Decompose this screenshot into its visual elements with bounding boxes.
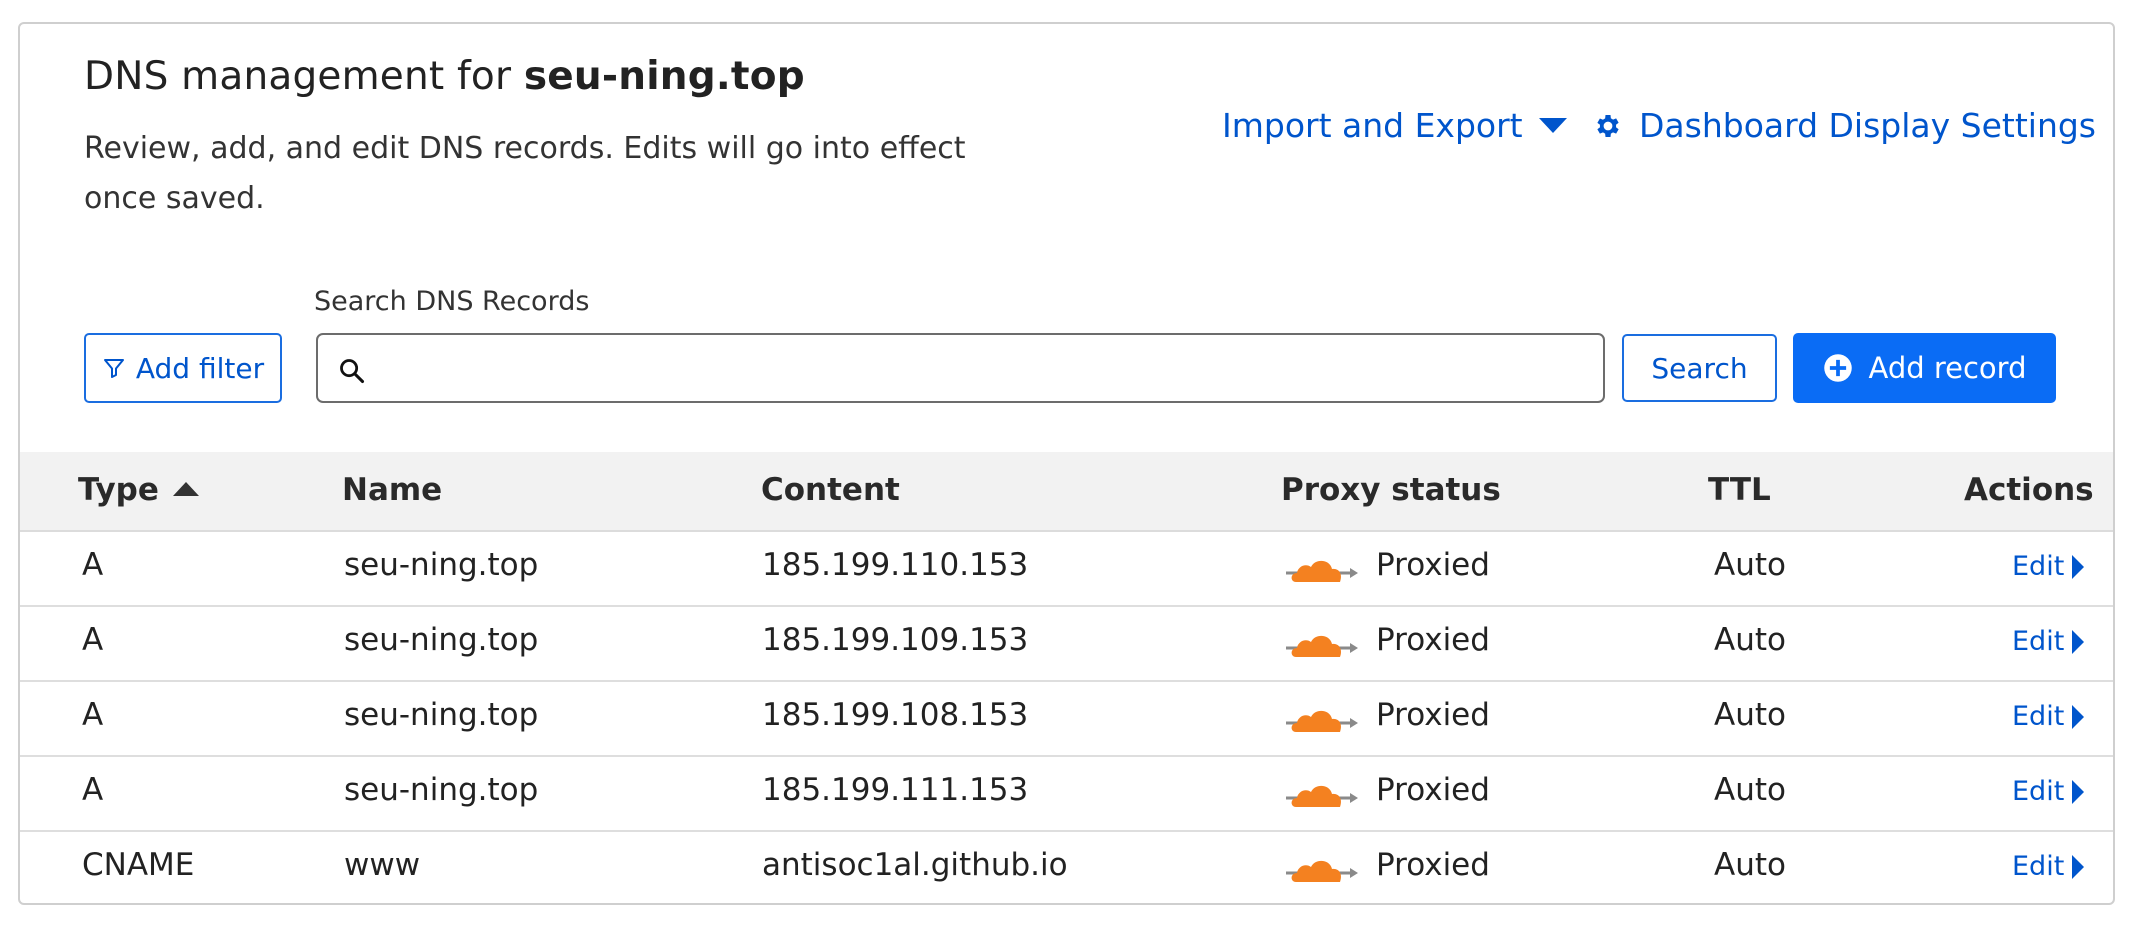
dns-record-row: A seu-ning.top 185.199.108.153 Proxied A… <box>20 682 2113 757</box>
filter-funnel-icon <box>103 359 124 378</box>
edit-label: Edit <box>2012 551 2065 582</box>
record-content: 185.199.111.153 <box>762 772 1029 808</box>
zone-domain: seu-ning.top <box>523 54 805 99</box>
edit-record-button[interactable]: Edit <box>2012 851 2085 882</box>
dns-record-row: CNAME www antisoc1al.github.io Proxied A… <box>20 832 2113 903</box>
search-label: Search DNS Records <box>314 286 590 317</box>
dns-table-header: Type Name Content Proxy status TTL Actio… <box>20 452 2113 532</box>
record-type: A <box>82 697 104 733</box>
caret-right-icon <box>2072 629 2085 654</box>
edit-record-button[interactable]: Edit <box>2012 701 2085 732</box>
page-description: Review, add, and edit DNS records. Edits… <box>84 131 966 216</box>
record-content: 185.199.110.153 <box>762 547 1029 583</box>
caret-right-icon <box>2072 704 2085 729</box>
record-type: A <box>82 547 104 583</box>
record-ttl: Auto <box>1714 547 1786 583</box>
proxy-status: Proxied <box>1376 697 1490 733</box>
add-record-button[interactable]: Add record <box>1793 333 2056 403</box>
dns-record-row: A seu-ning.top 185.199.110.153 Proxied A… <box>20 532 2113 607</box>
edit-label: Edit <box>2012 701 2065 732</box>
record-content: 185.199.108.153 <box>762 697 1029 733</box>
column-header-name[interactable]: Name <box>342 472 442 508</box>
record-name: seu-ning.top <box>344 547 539 583</box>
record-content: antisoc1al.github.io <box>762 847 1068 883</box>
dashboard-display-settings-link[interactable]: Dashboard Display Settings <box>1593 106 2096 145</box>
search-button[interactable]: Search <box>1622 334 1777 402</box>
proxy-status: Proxied <box>1376 622 1490 658</box>
record-content: 185.199.109.153 <box>762 622 1029 658</box>
proxy-status: Proxied <box>1376 547 1490 583</box>
column-header-ttl[interactable]: TTL <box>1708 472 1771 508</box>
orange-cloud-icon <box>1286 785 1358 807</box>
record-name: seu-ning.top <box>344 772 539 808</box>
add-filter-label: Add filter <box>135 351 265 385</box>
caret-right-icon <box>2072 554 2085 579</box>
dashboard-display-settings-label: Dashboard Display Settings <box>1639 106 2097 145</box>
proxy-status: Proxied <box>1376 772 1490 808</box>
caret-right-icon <box>2072 854 2085 879</box>
orange-cloud-icon <box>1286 860 1358 882</box>
sort-ascending-icon <box>172 481 199 496</box>
page-title: DNS management for seu-ning.top <box>84 54 805 99</box>
column-header-type-label: Type <box>78 472 159 508</box>
record-type: A <box>82 622 104 658</box>
import-export-dropdown[interactable]: Import and Export <box>1222 106 1567 145</box>
proxy-status: Proxied <box>1376 847 1490 883</box>
record-name: www <box>344 847 421 883</box>
edit-record-button[interactable]: Edit <box>2012 551 2085 582</box>
page-title-prefix: DNS management for <box>84 54 524 99</box>
search-field[interactable] <box>316 333 1605 403</box>
edit-label: Edit <box>2012 851 2065 882</box>
edit-label: Edit <box>2012 626 2065 657</box>
caret-down-icon <box>1538 118 1567 133</box>
record-name: seu-ning.top <box>344 697 539 733</box>
orange-cloud-icon <box>1286 710 1358 732</box>
edit-record-button[interactable]: Edit <box>2012 626 2085 657</box>
add-filter-button[interactable]: Add filter <box>84 333 282 403</box>
add-record-label: Add record <box>1868 351 2027 385</box>
record-ttl: Auto <box>1714 622 1786 658</box>
column-header-type[interactable]: Type <box>78 472 199 508</box>
orange-cloud-icon <box>1286 635 1358 657</box>
edit-label: Edit <box>2012 776 2065 807</box>
record-ttl: Auto <box>1714 697 1786 733</box>
record-name: seu-ning.top <box>344 622 539 658</box>
dns-record-row: A seu-ning.top 185.199.109.153 Proxied A… <box>20 607 2113 682</box>
import-export-label: Import and Export <box>1222 106 1523 145</box>
record-ttl: Auto <box>1714 847 1786 883</box>
dns-management-card: DNS management for seu-ning.top Review, … <box>18 22 2115 905</box>
search-input[interactable] <box>384 345 1578 393</box>
caret-right-icon <box>2072 779 2085 804</box>
record-ttl: Auto <box>1714 772 1786 808</box>
gear-icon <box>1597 114 1619 137</box>
record-type: A <box>82 772 104 808</box>
magnifier-icon <box>340 359 365 384</box>
dns-record-row: A seu-ning.top 185.199.111.153 Proxied A… <box>20 757 2113 832</box>
column-header-proxy-status: Proxy status <box>1281 472 1501 508</box>
plus-circle-icon <box>1823 354 1852 382</box>
edit-record-button[interactable]: Edit <box>2012 776 2085 807</box>
record-type: CNAME <box>82 847 195 883</box>
orange-cloud-icon <box>1286 560 1358 582</box>
column-header-content[interactable]: Content <box>761 472 900 508</box>
column-header-actions: Actions <box>1964 472 2094 508</box>
